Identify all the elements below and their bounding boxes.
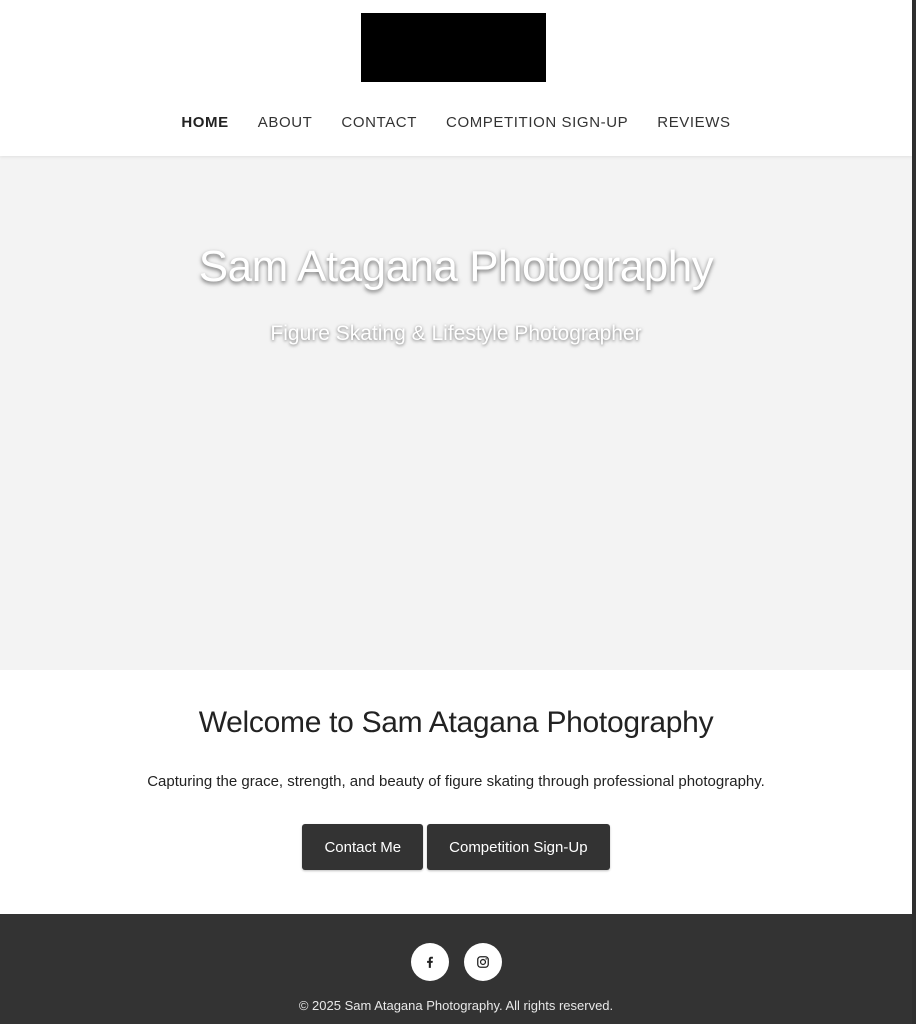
- hero-subtitle: Figure Skating & Lifestyle Photographer: [270, 322, 642, 345]
- hero-title: Sam Atagana Photography: [198, 242, 714, 291]
- page: HOME ABOUT CONTACT COMPETITION SIGN-UP R…: [0, 0, 916, 1024]
- welcome-text: Capturing the grace, strength, and beaut…: [147, 773, 765, 790]
- welcome-section: Welcome to Sam Atagana Photography Captu…: [0, 670, 912, 914]
- nav-contact[interactable]: CONTACT: [341, 110, 417, 136]
- competition-signup-button[interactable]: Competition Sign-Up: [427, 824, 610, 870]
- nav-competition-signup[interactable]: COMPETITION SIGN-UP: [446, 110, 628, 136]
- instagram-icon: [476, 956, 489, 968]
- site-header: HOME ABOUT CONTACT COMPETITION SIGN-UP R…: [0, 0, 912, 156]
- nav-home[interactable]: HOME: [181, 110, 228, 136]
- contact-me-button[interactable]: Contact Me: [302, 824, 424, 870]
- site-footer: © 2025 Sam Atagana Photography. All righ…: [0, 914, 912, 1024]
- welcome-title: Welcome to Sam Atagana Photography: [198, 706, 714, 739]
- cta-buttons: Contact Me Competition Sign-Up: [0, 824, 912, 870]
- social-links: [0, 943, 912, 981]
- facebook-link[interactable]: [410, 943, 449, 981]
- nav-about[interactable]: ABOUT: [258, 110, 313, 136]
- main-nav: HOME ABOUT CONTACT COMPETITION SIGN-UP R…: [0, 110, 912, 136]
- nav-reviews[interactable]: REVIEWS: [657, 110, 730, 136]
- facebook-icon: [426, 956, 433, 968]
- hero-section: Sam Atagana Photography Figure Skating &…: [0, 156, 912, 670]
- site-logo[interactable]: [361, 13, 546, 82]
- copyright-text: © 2025 Sam Atagana Photography. All righ…: [298, 998, 614, 1013]
- scrollbar[interactable]: [912, 0, 916, 1024]
- instagram-link[interactable]: [463, 943, 502, 981]
